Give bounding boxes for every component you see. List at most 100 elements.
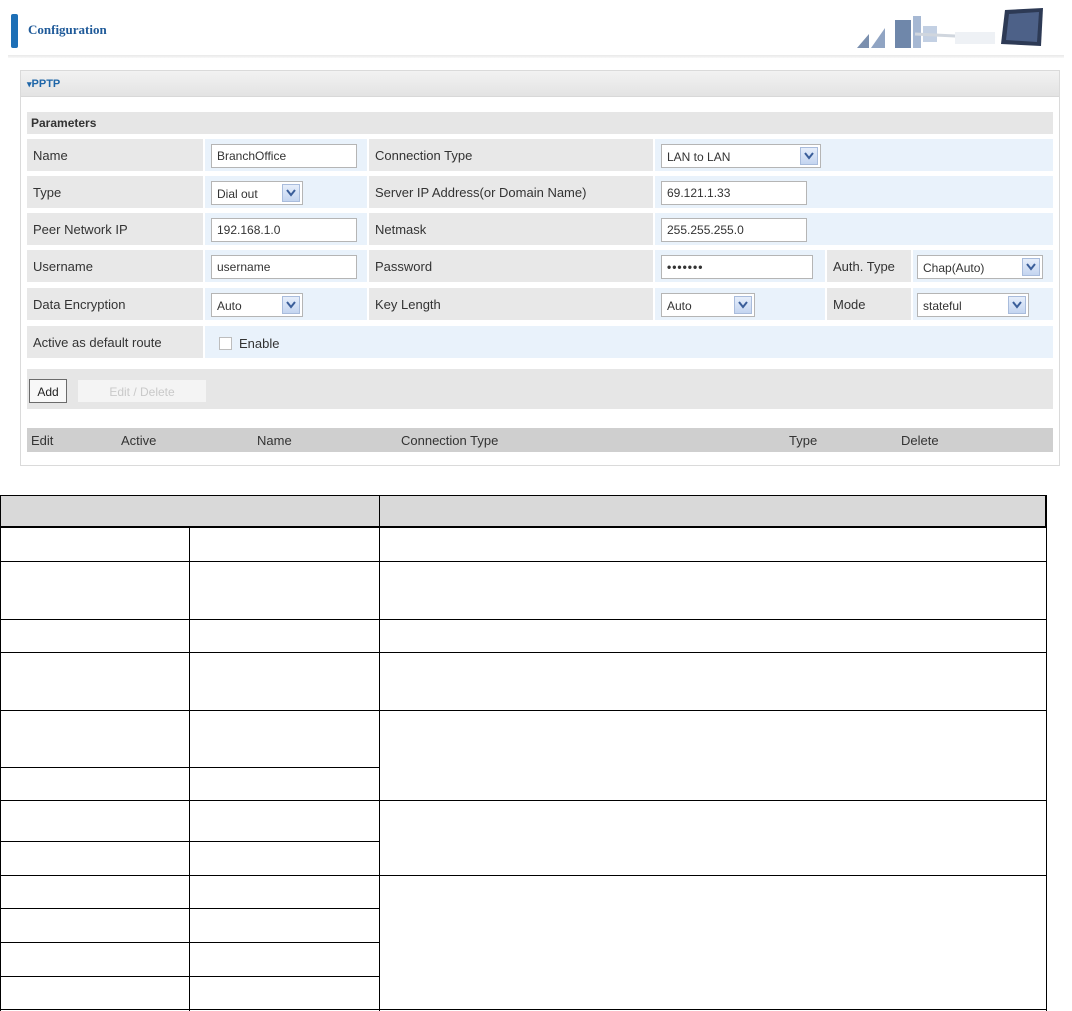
auth-type-label: Auth. Type xyxy=(833,259,895,274)
table-line xyxy=(0,1009,1047,1010)
pptp-section-title: PPTP xyxy=(31,78,61,90)
form-row-encryption: Data Encryption Auto Key Length Auto Mod… xyxy=(27,287,1053,321)
server-value-cell xyxy=(655,176,1053,208)
default-route-value-cell: Enable xyxy=(205,326,1053,358)
keylen-label-cell: Key Length xyxy=(369,288,653,320)
default-route-label: Active as default route xyxy=(33,335,162,350)
password-label: Password xyxy=(375,259,433,274)
mode-label-cell: Mode xyxy=(827,288,911,320)
table-line xyxy=(0,710,1047,711)
server-label-cell: Server IP Address(or Domain Name) xyxy=(369,176,653,208)
auth-type-value: Chap(Auto) xyxy=(923,261,985,275)
table-line xyxy=(0,527,1047,528)
enable-checkbox[interactable] xyxy=(219,337,232,350)
auth-type-select[interactable]: Chap(Auto) xyxy=(917,255,1043,279)
key-length-select[interactable]: Auto xyxy=(661,293,755,317)
conn-type-label-cell: Connection Type xyxy=(369,139,653,171)
mode-value-cell: stateful xyxy=(913,288,1053,320)
username-label-cell: Username xyxy=(27,250,203,282)
table-line xyxy=(0,561,1047,562)
key-length-label: Key Length xyxy=(375,297,441,312)
conn-type-value-cell: LAN to LAN xyxy=(655,139,1053,171)
type-value-cell: Dial out xyxy=(205,176,367,208)
server-ip-input[interactable] xyxy=(661,181,807,205)
peer-network-ip-input[interactable] xyxy=(211,218,357,242)
add-button[interactable]: Add xyxy=(29,379,67,403)
header-accent-bar xyxy=(11,14,18,48)
netmask-label: Netmask xyxy=(375,222,427,237)
connection-list-header: Edit Active Name Connection Type Type De… xyxy=(27,428,1053,452)
encryption-label-cell: Data Encryption xyxy=(27,288,203,320)
key-length-value: Auto xyxy=(667,299,692,313)
netmask-label-cell: Netmask xyxy=(369,213,653,245)
data-encryption-value: Auto xyxy=(217,299,242,313)
peer-label: Peer Network IP xyxy=(33,222,128,237)
conn-type-label: Connection Type xyxy=(375,148,473,163)
chevron-down-icon[interactable] xyxy=(800,147,818,165)
password-label-cell: Password xyxy=(369,250,653,282)
table-divider-sub xyxy=(189,527,190,1011)
table-line xyxy=(0,800,1047,801)
username-label: Username xyxy=(33,259,93,274)
type-label-cell: Type xyxy=(27,176,203,208)
auth-value-cell: Chap(Auto) xyxy=(913,250,1053,282)
enable-label: Enable xyxy=(239,336,280,351)
netmask-value-cell xyxy=(655,213,1053,245)
peer-label-cell: Peer Network IP xyxy=(27,213,203,245)
table-divider-main xyxy=(379,495,380,1011)
keylen-value-cell: Auto xyxy=(655,288,825,320)
name-input[interactable] xyxy=(211,144,357,168)
page-title: Configuration xyxy=(28,22,107,37)
form-row-name: Name Connection Type LAN to LAN xyxy=(27,138,1053,172)
form-row-default-route: Active as default route Enable xyxy=(27,325,1053,359)
data-encryption-select[interactable]: Auto xyxy=(211,293,303,317)
page-header: Configuration xyxy=(0,0,1072,58)
data-encryption-label: Data Encryption xyxy=(33,297,126,312)
button-bar: Add Edit / Delete xyxy=(27,369,1053,409)
table-border-right xyxy=(1046,495,1047,1011)
chevron-down-icon[interactable] xyxy=(1008,296,1026,314)
chevron-down-icon[interactable] xyxy=(282,296,300,314)
username-value-cell xyxy=(205,250,367,282)
form-row-username: Username Password Auth. Type Chap(Auto) xyxy=(27,249,1053,283)
chevron-down-icon[interactable] xyxy=(282,184,300,202)
table-line xyxy=(0,908,380,909)
type-select[interactable]: Dial out xyxy=(211,181,303,205)
network-devices-logo-icon xyxy=(857,8,1043,48)
pptp-config-panel: ▾PPTP Parameters Name Connection Type LA… xyxy=(20,70,1060,466)
mode-select[interactable]: stateful xyxy=(917,293,1029,317)
chevron-down-icon[interactable] xyxy=(734,296,752,314)
encryption-value-cell: Auto xyxy=(205,288,367,320)
table-line xyxy=(0,875,1047,876)
connection-type-value: LAN to LAN xyxy=(667,150,731,164)
peer-value-cell xyxy=(205,213,367,245)
table-line xyxy=(0,976,380,977)
column-header-type: Type xyxy=(789,433,818,448)
edit-delete-button[interactable]: Edit / Delete xyxy=(77,379,207,403)
table-line xyxy=(0,841,380,842)
table-line xyxy=(0,619,1047,620)
column-header-name: Name xyxy=(257,433,292,448)
table-border-left xyxy=(0,495,1,1011)
parameters-header: Parameters xyxy=(27,112,1053,134)
type-label: Type xyxy=(33,185,62,200)
password-input[interactable] xyxy=(661,255,813,279)
table-header-row xyxy=(0,495,1046,527)
username-input[interactable] xyxy=(211,255,357,279)
name-label: Name xyxy=(33,148,68,163)
mode-value: stateful xyxy=(923,299,962,313)
parameters-title: Parameters xyxy=(31,116,97,130)
chevron-down-icon[interactable] xyxy=(1022,258,1040,276)
auth-label-cell: Auth. Type xyxy=(827,250,911,282)
header-divider xyxy=(8,55,1064,58)
column-header-active: Active xyxy=(121,433,157,448)
netmask-input[interactable] xyxy=(661,218,807,242)
table-line xyxy=(0,652,1047,653)
connection-type-select[interactable]: LAN to LAN xyxy=(661,144,821,168)
column-header-edit: Edit xyxy=(31,433,54,448)
pptp-section-header[interactable]: ▾PPTP xyxy=(21,71,1059,97)
table-line xyxy=(0,942,380,943)
name-value-cell xyxy=(205,139,367,171)
form-row-type: Type Dial out Server IP Address(or Domai… xyxy=(27,175,1053,209)
table-line xyxy=(0,767,380,768)
